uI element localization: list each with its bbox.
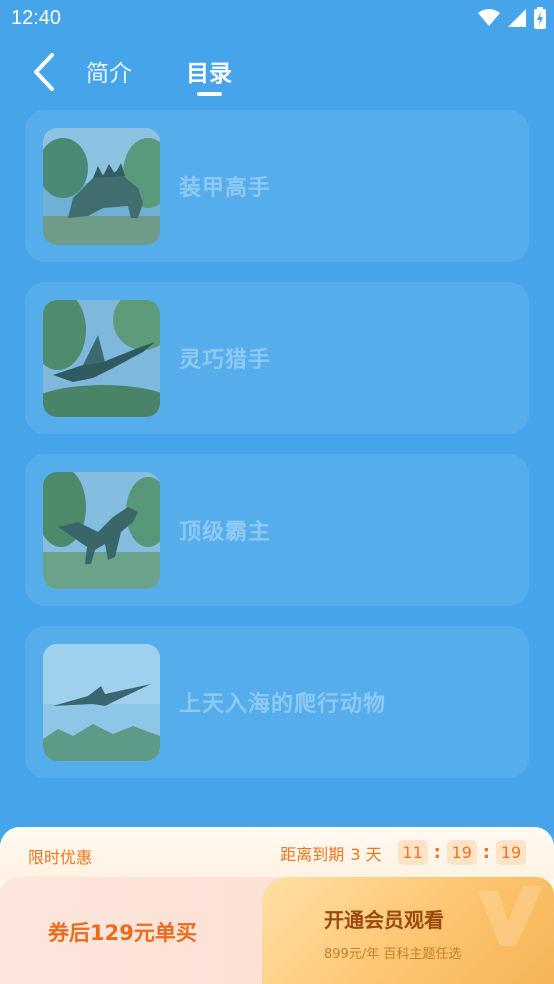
countdown: 距离到期 3 天 11 : 19 : 19 [280, 840, 526, 865]
chapter-thumbnail [43, 472, 160, 589]
status-bar: 12:40 [0, 0, 554, 38]
status-icons [478, 7, 546, 29]
vip-subscribe-button[interactable]: 开通会员观看 899元/年 百科主题任选 [262, 877, 554, 984]
chevron-left-icon [34, 53, 54, 91]
chapter-title: 装甲高手 [179, 176, 272, 201]
countdown-days: 3 天 [350, 844, 382, 864]
back-button[interactable] [26, 50, 62, 94]
countdown-seconds: 19 [496, 840, 526, 865]
vip-title: 开通会员观看 [324, 908, 444, 932]
buy-once-button[interactable]: 券后129元单买 [0, 877, 280, 984]
promo-label: 限时优惠 [28, 848, 93, 867]
tab-intro[interactable]: 简介 [86, 54, 132, 88]
signal-icon [508, 9, 526, 27]
chapter-thumbnail [43, 644, 160, 761]
countdown-prefix: 距离到期 [280, 844, 345, 864]
vip-logo-icon [478, 886, 543, 946]
chapter-title: 灵巧猎手 [179, 348, 272, 373]
chapter-card[interactable]: 上天入海的爬行动物 [25, 626, 529, 778]
countdown-hours: 11 [397, 840, 428, 865]
chapter-title: 上天入海的爬行动物 [179, 692, 387, 717]
tab-contents[interactable]: 目录 [186, 54, 232, 88]
chapter-title: 顶级霸主 [179, 520, 272, 545]
battery-icon [534, 7, 546, 29]
countdown-separator: : [482, 842, 490, 863]
promo-panel: 限时优惠 距离到期 3 天 11 : 19 : 19 券后129元单买 开通会员… [0, 827, 554, 984]
countdown-separator: : [433, 842, 441, 863]
wifi-icon [478, 9, 500, 26]
chapter-thumbnail [43, 128, 160, 245]
buy-once-label: 券后129元单买 [48, 921, 197, 945]
chapter-thumbnail [43, 300, 160, 417]
active-tab-indicator [197, 92, 222, 96]
promo-header: 限时优惠 距离到期 3 天 11 : 19 : 19 [0, 827, 554, 879]
status-time: 12:40 [11, 7, 62, 29]
countdown-minutes: 19 [446, 840, 477, 865]
chapter-card[interactable]: 灵巧猎手 [25, 282, 529, 434]
chapter-card[interactable]: 装甲高手 [25, 110, 529, 262]
vip-subtitle: 899元/年 百科主题任选 [324, 947, 462, 962]
chapter-card[interactable]: 顶级霸主 [25, 454, 529, 606]
top-nav: 简介 目录 [0, 38, 554, 102]
